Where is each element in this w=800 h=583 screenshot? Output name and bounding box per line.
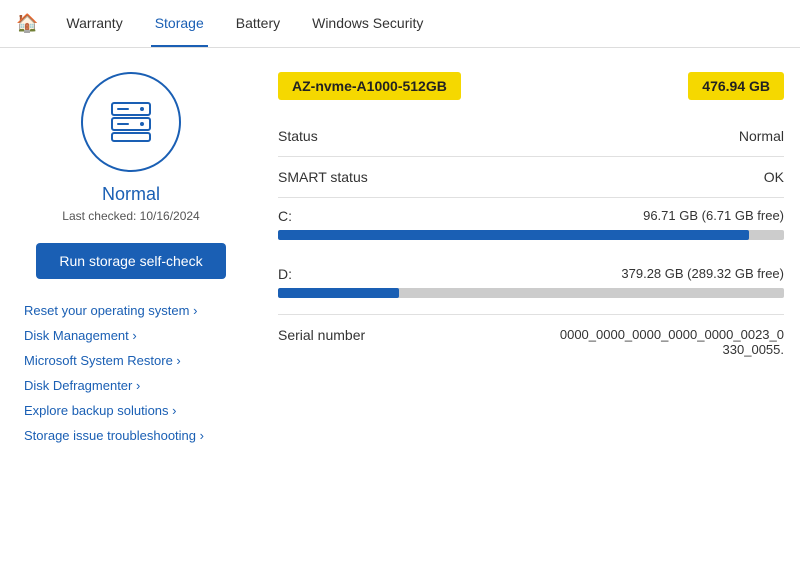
links-section: Reset your operating system › Disk Manag… — [16, 303, 246, 443]
drive-name-badge: AZ-nvme-A1000-512GB — [278, 72, 461, 100]
storage-icon — [104, 95, 158, 149]
link-backup-solutions[interactable]: Explore backup solutions › — [24, 403, 246, 418]
c-drive-row: C: 96.71 GB (6.71 GB free) — [278, 198, 784, 256]
d-drive-progress-bg — [278, 288, 784, 298]
d-drive-label: D: — [278, 266, 292, 282]
status-row: Status Normal — [278, 116, 784, 157]
d-drive-progress-fill — [278, 288, 399, 298]
right-panel: AZ-nvme-A1000-512GB 476.94 GB Status Nor… — [278, 72, 784, 443]
d-drive-header: D: 379.28 GB (289.32 GB free) — [278, 266, 784, 282]
top-nav: 🏠 Warranty Storage Battery Windows Secur… — [0, 0, 800, 48]
status-row-label: Status — [278, 128, 318, 144]
main-content: Normal Last checked: 10/16/2024 Run stor… — [0, 48, 800, 459]
run-storage-self-check-button[interactable]: Run storage self-check — [36, 243, 226, 279]
tab-warranty[interactable]: Warranty — [62, 1, 126, 47]
status-row-value: Normal — [739, 128, 784, 144]
tab-windows-security[interactable]: Windows Security — [308, 1, 427, 47]
link-disk-management[interactable]: Disk Management › — [24, 328, 246, 343]
smart-status-row: SMART status OK — [278, 157, 784, 198]
c-drive-size: 96.71 GB (6.71 GB free) — [643, 208, 784, 224]
status-label: Normal — [102, 184, 160, 205]
d-drive-size: 379.28 GB (289.32 GB free) — [621, 266, 784, 282]
c-drive-label: C: — [278, 208, 292, 224]
smart-status-value: OK — [764, 169, 784, 185]
c-drive-progress-bg — [278, 230, 784, 240]
left-panel: Normal Last checked: 10/16/2024 Run stor… — [16, 72, 246, 443]
storage-icon-circle — [81, 72, 181, 172]
link-system-restore[interactable]: Microsoft System Restore › — [24, 353, 246, 368]
serial-number-label: Serial number — [278, 327, 365, 343]
link-disk-defragmenter[interactable]: Disk Defragmenter › — [24, 378, 246, 393]
d-drive-row: D: 379.28 GB (289.32 GB free) — [278, 256, 784, 314]
serial-number-value: 0000_0000_0000_0000_0000_0023_0 330_0055… — [560, 327, 784, 357]
last-checked: Last checked: 10/16/2024 — [62, 209, 199, 223]
smart-status-label: SMART status — [278, 169, 368, 185]
drive-header: AZ-nvme-A1000-512GB 476.94 GB — [278, 72, 784, 100]
serial-number-row: Serial number 0000_0000_0000_0000_0000_0… — [278, 314, 784, 369]
link-storage-troubleshoot[interactable]: Storage issue troubleshooting › — [24, 428, 246, 443]
home-icon[interactable]: 🏠 — [16, 13, 38, 34]
c-drive-header: C: 96.71 GB (6.71 GB free) — [278, 208, 784, 224]
tab-battery[interactable]: Battery — [232, 1, 284, 47]
drive-size-badge: 476.94 GB — [688, 72, 784, 100]
link-reset-os[interactable]: Reset your operating system › — [24, 303, 246, 318]
tab-storage[interactable]: Storage — [151, 1, 208, 47]
c-drive-progress-fill — [278, 230, 749, 240]
